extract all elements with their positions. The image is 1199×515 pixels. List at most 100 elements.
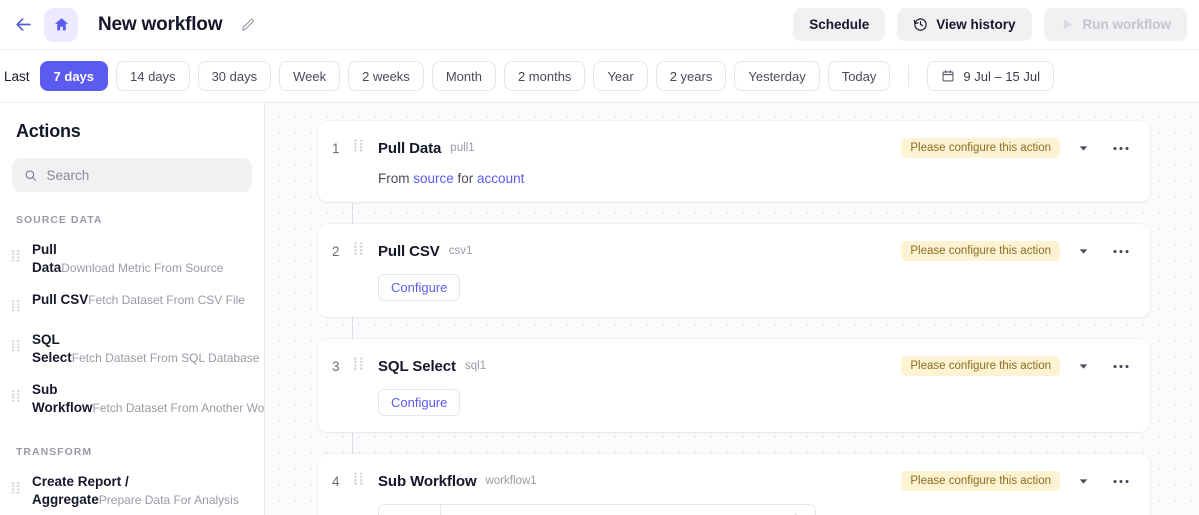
drag-handle-icon xyxy=(354,357,363,370)
search-box[interactable] xyxy=(12,158,252,192)
range-pill-today[interactable]: Today xyxy=(828,61,891,91)
view-history-button[interactable]: View history xyxy=(897,8,1031,41)
date-range-label: 9 Jul – 15 Jul xyxy=(963,69,1040,84)
action-item-desc: Fetch Dataset From SQL Database xyxy=(72,351,260,365)
search-input[interactable] xyxy=(46,168,240,183)
range-pill-week[interactable]: Week xyxy=(279,61,340,91)
step-menu-button[interactable] xyxy=(1108,135,1134,161)
collapse-toggle-button[interactable] xyxy=(1070,353,1096,379)
report-select-input[interactable] xyxy=(441,505,777,515)
search-icon xyxy=(24,168,37,183)
step-card-body: Report xyxy=(332,504,1136,515)
sidebar-title: Actions xyxy=(0,121,264,142)
range-pill-yesterday[interactable]: Yesterday xyxy=(734,61,819,91)
step-card[interactable]: 3SQL Selectsql1Please configure this act… xyxy=(318,339,1150,432)
drag-handle-icon xyxy=(12,482,20,494)
range-pill-2-weeks[interactable]: 2 weeks xyxy=(348,61,424,91)
run-workflow-button-label: Run workflow xyxy=(1083,17,1172,32)
page-title: New workflow xyxy=(98,14,222,36)
step-drag-handle[interactable] xyxy=(354,357,368,375)
step-card-header: 1Pull Datapull1Please configure this act… xyxy=(332,135,1136,161)
drag-handle[interactable] xyxy=(12,389,22,407)
back-button[interactable] xyxy=(6,8,40,42)
step-card[interactable]: 4Sub Workflowworkflow1Please configure t… xyxy=(318,454,1150,515)
action-item-pull-csv[interactable]: Pull CSVFetch Dataset From CSV File xyxy=(0,284,264,324)
range-pill-30-days[interactable]: 30 days xyxy=(198,61,272,91)
step-title: Sub Workflow xyxy=(378,473,477,490)
range-pill-2-years[interactable]: 2 years xyxy=(656,61,727,91)
step-card[interactable]: 2Pull CSVcsv1Please configure this actio… xyxy=(318,224,1150,317)
range-pill-group: 7 days 14 days 30 daysWeek 2 weeks Month 2 mo… xyxy=(40,61,891,91)
range-pill-2-months[interactable]: 2 months xyxy=(504,61,585,91)
action-item-name: Pull CSV xyxy=(32,292,88,307)
more-options-icon xyxy=(1113,364,1129,369)
collapse-toggle-button[interactable] xyxy=(1070,238,1096,264)
action-item-text: SQL SelectFetch Dataset From SQL Databas… xyxy=(32,331,250,367)
step-drag-handle[interactable] xyxy=(354,139,368,157)
home-icon xyxy=(53,16,70,33)
connector-line xyxy=(352,202,353,224)
report-input-group[interactable]: Report xyxy=(378,504,816,515)
from-prefix: From xyxy=(378,171,413,186)
collapse-toggle-button[interactable] xyxy=(1070,135,1096,161)
step-card-body: From source for account xyxy=(332,171,1136,186)
step-card[interactable]: 1Pull Datapull1Please configure this act… xyxy=(318,121,1150,202)
run-workflow-button[interactable]: Run workflow xyxy=(1044,8,1188,41)
schedule-button[interactable]: Schedule xyxy=(793,8,885,41)
home-button[interactable] xyxy=(44,8,78,42)
chevron-down-icon xyxy=(1077,142,1090,155)
more-options-icon xyxy=(1113,479,1129,484)
workflow-step: 3SQL Selectsql1Please configure this act… xyxy=(265,339,1199,432)
action-item-text: Pull CSVFetch Dataset From CSV File xyxy=(32,291,245,309)
step-card-header: 3SQL Selectsql1Please configure this act… xyxy=(332,353,1136,379)
step-id: workflow1 xyxy=(486,475,537,487)
drag-handle-icon xyxy=(354,472,363,485)
drag-handle-icon xyxy=(354,139,363,152)
view-history-button-label: View history xyxy=(936,17,1015,32)
step-from-line: From source for account xyxy=(378,171,1136,186)
drag-handle-icon xyxy=(12,340,20,352)
calendar-icon xyxy=(941,69,955,83)
configure-button[interactable]: Configure xyxy=(378,274,460,301)
date-range-picker[interactable]: 9 Jul – 15 Jul xyxy=(927,61,1054,91)
step-title: Pull Data xyxy=(378,140,441,157)
action-item-sql-select[interactable]: SQL SelectFetch Dataset From SQL Databas… xyxy=(0,324,264,374)
step-drag-handle[interactable] xyxy=(354,472,368,490)
range-pill-year[interactable]: Year xyxy=(593,61,647,91)
report-search-button[interactable] xyxy=(777,505,815,515)
from-account-link[interactable]: account xyxy=(477,171,524,186)
status-badge: Please configure this action xyxy=(901,241,1060,261)
connector-line xyxy=(352,432,353,454)
drag-handle-icon xyxy=(12,390,20,402)
toolbar-divider xyxy=(908,65,909,87)
action-item-text: Pull DataDownload Metric From Source xyxy=(32,241,250,277)
drag-handle[interactable] xyxy=(12,481,22,499)
step-connector xyxy=(265,432,1199,454)
drag-handle[interactable] xyxy=(12,339,22,357)
step-menu-button[interactable] xyxy=(1108,238,1134,264)
drag-handle[interactable] xyxy=(12,249,22,267)
configure-button[interactable]: Configure xyxy=(378,389,460,416)
workflow-steps: 1Pull Datapull1Please configure this act… xyxy=(265,103,1199,515)
last-label: Last xyxy=(2,69,30,84)
step-menu-button[interactable] xyxy=(1108,468,1134,494)
range-pill-7-days[interactable]: 7 days xyxy=(40,61,108,91)
edit-title-button[interactable] xyxy=(236,13,260,37)
status-badge: Please configure this action xyxy=(901,356,1060,376)
action-item-pull-data[interactable]: Pull DataDownload Metric From Source xyxy=(0,234,264,284)
action-item-name: Pull Data xyxy=(32,242,61,275)
drag-handle-icon xyxy=(12,300,20,312)
action-item-sub-workflow[interactable]: Sub WorkflowFetch Dataset From Another W… xyxy=(0,374,264,424)
chevron-down-icon xyxy=(1077,475,1090,488)
step-drag-handle[interactable] xyxy=(354,242,368,260)
collapse-toggle-button[interactable] xyxy=(1070,468,1096,494)
workflow-builder-app: New workflow Schedule View history Run w… xyxy=(0,0,1199,515)
range-pill-month[interactable]: Month xyxy=(432,61,496,91)
from-source-link[interactable]: source xyxy=(413,171,454,186)
range-pill-14-days[interactable]: 14 days xyxy=(116,61,190,91)
workflow-canvas[interactable]: 1Pull Datapull1Please configure this act… xyxy=(265,103,1199,515)
action-item-create-report-aggregate[interactable]: Create Report / AggregatePrepare Data Fo… xyxy=(0,466,264,515)
drag-handle[interactable] xyxy=(12,299,22,317)
step-id: sql1 xyxy=(465,360,486,372)
step-menu-button[interactable] xyxy=(1108,353,1134,379)
